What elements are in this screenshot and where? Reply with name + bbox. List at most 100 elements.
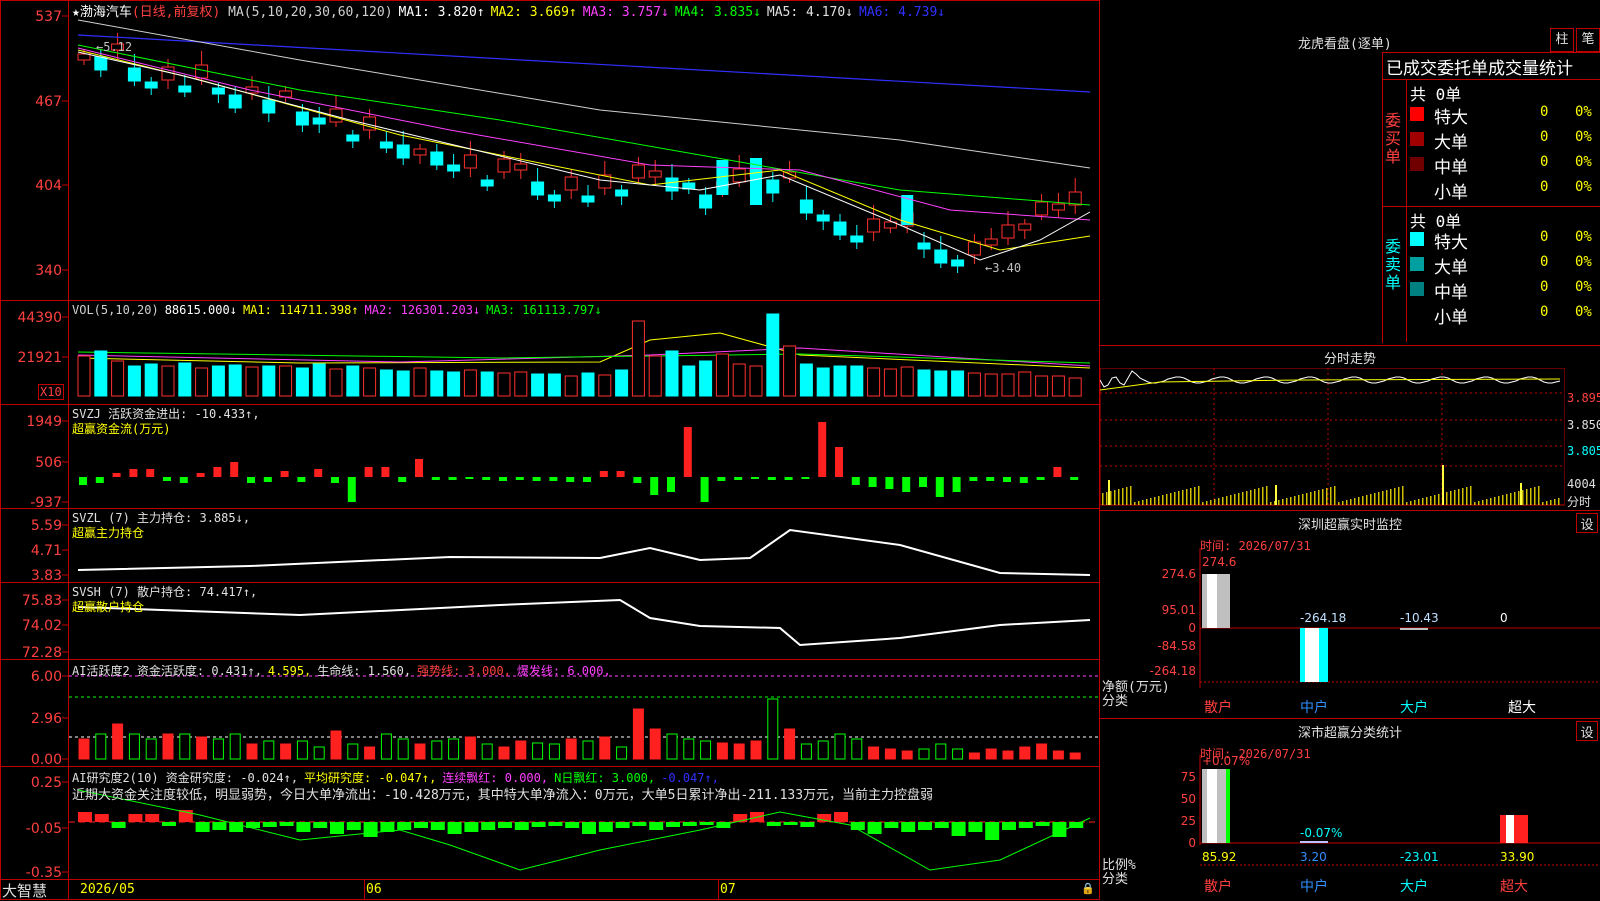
classify-axis-3: 0 <box>1188 836 1196 850</box>
intraday-vol-bar <box>1542 502 1544 505</box>
volume-bar <box>497 372 511 397</box>
buy-row-1: 大单 0 0% <box>1410 128 1600 153</box>
intraday-vol-bar <box>1230 495 1232 505</box>
buy-row-0: 特大 0 0% <box>1410 103 1600 128</box>
ai2-bar <box>649 822 664 830</box>
lock-icon[interactable]: 🔒 <box>1081 882 1095 895</box>
ai1-bar <box>599 736 611 760</box>
chart-mode-bar-button[interactable]: 柱 <box>1550 28 1574 52</box>
longhu-title: 龙虎看盘(逐单) <box>1298 37 1392 52</box>
ai1-bar <box>95 733 107 760</box>
ai1-bar <box>1036 743 1048 760</box>
monitor-value-3: 0 <box>1500 611 1508 625</box>
buy-swatch <box>1410 157 1424 171</box>
intraday-chart[interactable] <box>1100 368 1565 508</box>
intraday-vol-bar <box>1282 499 1284 505</box>
volume-bar <box>396 370 410 397</box>
buy-label: 小单 <box>1434 183 1468 203</box>
intraday-vol-bar <box>1242 492 1244 505</box>
chart-mode[interactable]: (日线,前复权) <box>132 5 220 20</box>
ai1-bar <box>414 743 426 760</box>
candle-body <box>262 99 276 114</box>
ai2-bar <box>145 814 160 822</box>
ai1-bar <box>212 738 224 760</box>
svzl-subtitle: 超赢主力持仓 <box>72 526 145 540</box>
ai2-bar <box>414 822 428 828</box>
ai1-bar <box>800 743 812 760</box>
ai1-bar <box>397 738 409 760</box>
volume-bar <box>917 369 931 397</box>
svsh-header: SVSH (7) 散户持仓: 74.417↑, 超赢散户持仓 <box>72 585 257 615</box>
ai1-bar <box>330 730 342 760</box>
vol-unit: X10 <box>38 384 64 400</box>
svzj-bar <box>851 477 860 485</box>
intraday-vol-bar <box>1218 498 1220 505</box>
candle-body <box>178 85 192 93</box>
intraday-vol-bar <box>1290 497 1292 505</box>
ai1-bar <box>901 750 913 760</box>
intraday-vol-bar <box>1258 488 1260 505</box>
svzj-bar <box>700 477 709 502</box>
chart-mode-tick-button[interactable]: 笔 <box>1576 28 1600 52</box>
buy-label: 大单 <box>1434 133 1468 153</box>
classify-cat-2: 大户 <box>1400 878 1428 895</box>
ai1-bar <box>112 723 124 760</box>
ai2-bar <box>128 814 143 822</box>
intraday-vol-bar <box>1266 486 1268 505</box>
ai1-bar <box>716 742 728 760</box>
intraday-vol-bar <box>1378 492 1380 505</box>
ai1-bar <box>548 743 560 760</box>
ai2-bar <box>330 822 344 834</box>
monitor-cat-2: 大户 <box>1400 699 1428 716</box>
intraday-vol-bar <box>1142 500 1144 505</box>
ai2-label-3: N日飘红: 3.000, <box>554 771 656 785</box>
ma3-line <box>77 47 1091 221</box>
ai1-bar <box>515 740 527 760</box>
intraday-vol-bar <box>1418 499 1420 505</box>
svzj-tick-0: 1949 <box>26 414 62 430</box>
candle-body <box>799 199 813 214</box>
volume-bar <box>77 355 91 397</box>
buy-value: 0 <box>1540 104 1549 120</box>
ai2-bar <box>951 822 966 836</box>
intraday-avg-line <box>1100 378 1561 391</box>
ai2-bar <box>162 822 176 826</box>
intraday-vol-bar <box>1306 493 1308 505</box>
svsh-tick-1: 74.02 <box>22 618 62 634</box>
candle-body <box>463 154 477 169</box>
monitor-settings-button[interactable]: 设 <box>1576 513 1598 533</box>
intraday-axis-0: 3.895 <box>1567 391 1600 405</box>
svsh-tick-0: 75.83 <box>22 593 62 609</box>
intraday-vol-bar <box>1182 490 1184 505</box>
ai2-bar <box>934 822 949 828</box>
ai2-bar <box>430 822 445 830</box>
brand-logo: 大智慧 <box>2 882 48 900</box>
date-label-may: 2026/05 <box>80 882 135 897</box>
monitor-value-0: 274.6 <box>1202 555 1236 569</box>
star-icon[interactable]: ★ <box>72 5 80 20</box>
ai2-bar <box>682 822 697 826</box>
monitor-title: 深圳超赢实时监控 <box>1297 518 1402 533</box>
candle-body <box>144 81 158 89</box>
ai1-bar <box>246 743 258 760</box>
classify-settings-button[interactable]: 设 <box>1576 721 1598 741</box>
intraday-vol-bar <box>1130 486 1132 505</box>
svzj-bar <box>112 473 121 477</box>
volume-bar <box>211 365 225 397</box>
ai2-bar <box>867 822 882 834</box>
sell-label: 大单 <box>1434 258 1468 278</box>
ai1-tick-0: 6.00 <box>31 669 62 685</box>
volume-bar <box>783 345 797 397</box>
ai1-bar <box>128 733 140 760</box>
volume-bar <box>1068 377 1082 397</box>
ai1-bar <box>78 738 90 760</box>
ma-label-3: MA3: 3.757↓ <box>582 5 669 20</box>
intraday-vol-bar <box>1430 496 1432 505</box>
intraday-vol-bar <box>1134 502 1136 505</box>
intraday-vol-bar <box>1238 493 1240 505</box>
svzl-tick-1: 4.71 <box>31 543 62 559</box>
svzj-bar <box>919 477 927 487</box>
sell-value: 0 <box>1540 229 1549 245</box>
classify-value-2: -23.01 <box>1400 850 1439 864</box>
ai1-bar <box>280 743 292 760</box>
